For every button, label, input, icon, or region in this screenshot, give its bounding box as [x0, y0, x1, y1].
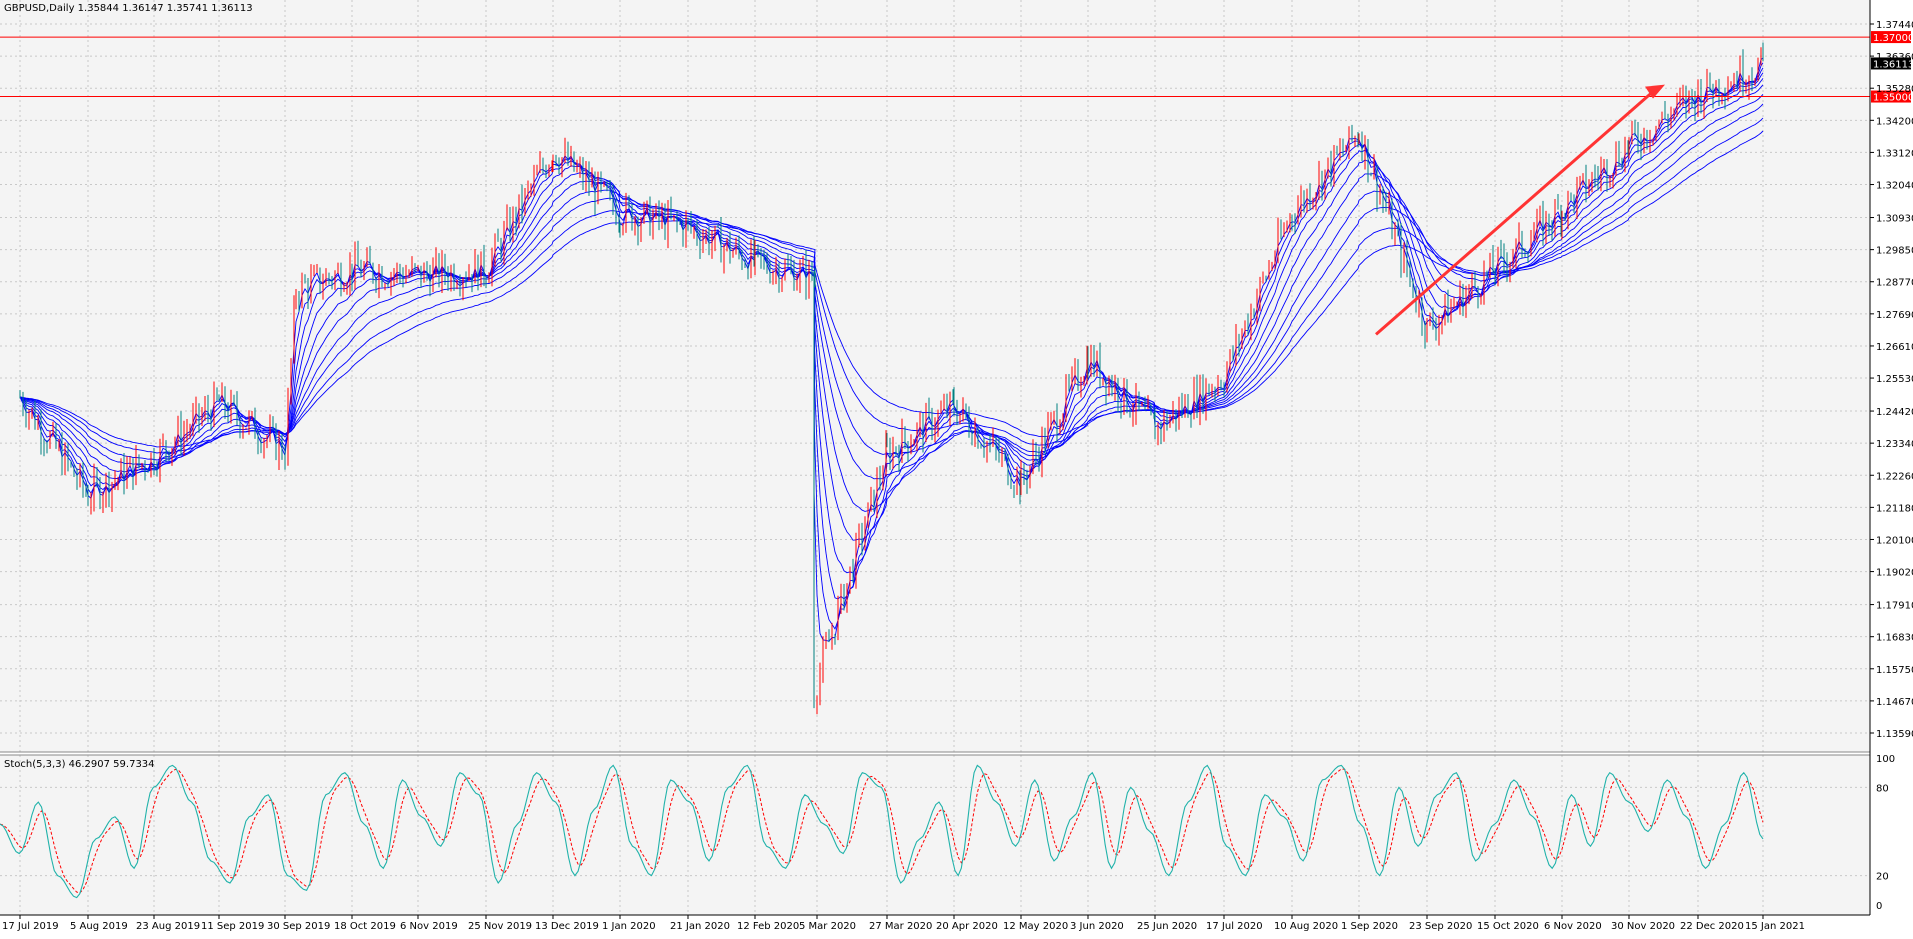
- time-tick-label: 23 Sep 2020: [1409, 921, 1472, 932]
- price-tick-label: 1.32040: [1876, 181, 1913, 192]
- time-tick-label: 10 Aug 2020: [1274, 921, 1338, 932]
- time-tick-label: 21 Jan 2020: [670, 921, 730, 932]
- price-tick-label: 1.22260: [1876, 471, 1913, 482]
- time-tick-label: 12 May 2020: [1003, 921, 1068, 932]
- time-tick-label: 23 Aug 2019: [136, 921, 200, 932]
- time-tick-label: 17 Jul 2020: [1206, 921, 1263, 932]
- time-tick-label: 30 Nov 2020: [1611, 921, 1675, 932]
- price-tick-label: 1.29850: [1876, 246, 1913, 257]
- price-tick-label: 1.24420: [1876, 407, 1913, 418]
- price-tick-label: 1.28770: [1876, 278, 1913, 289]
- stoch-tick-label: 100: [1876, 754, 1895, 765]
- price-tick-label: 1.37440: [1876, 20, 1913, 31]
- time-tick-label: 1 Jan 2020: [602, 921, 656, 932]
- time-tick-label: 6 Nov 2020: [1544, 921, 1602, 932]
- time-tick-label: 1 Sep 2020: [1341, 921, 1398, 932]
- time-tick-label: 20 Apr 2020: [936, 921, 998, 932]
- time-tick-label: 25 Nov 2019: [468, 921, 532, 932]
- price-tick-label: 1.36360: [1876, 52, 1913, 63]
- price-tick-label: 1.25530: [1876, 374, 1913, 385]
- time-tick-label: 15 Oct 2020: [1477, 921, 1539, 932]
- stoch-plot-area: [0, 755, 1870, 915]
- chart-window: 1.370001.350001.36113 1.374401.363601.35…: [0, 0, 1913, 935]
- price-tick-label: 1.30930: [1876, 214, 1913, 225]
- symbol-header: GBPUSD,Daily 1.35844 1.36147 1.35741 1.3…: [4, 3, 253, 14]
- time-tick-label: 18 Oct 2019: [334, 921, 396, 932]
- chart-svg: 1.370001.350001.36113 1.374401.363601.35…: [0, 0, 1913, 935]
- price-tick-label: 1.16830: [1876, 633, 1913, 644]
- stoch-tick-label: 20: [1876, 872, 1889, 883]
- time-tick-label: 27 Mar 2020: [869, 921, 932, 932]
- time-tick-label: 25 Jun 2020: [1137, 921, 1197, 932]
- price-tick-label: 1.20100: [1876, 535, 1913, 546]
- level-label: 1.37000: [1873, 33, 1913, 44]
- price-tick-label: 1.35280: [1876, 84, 1913, 95]
- stoch-tick-label: 80: [1876, 783, 1889, 794]
- price-tick-label: 1.33120: [1876, 148, 1913, 159]
- price-tick-label: 1.21180: [1876, 503, 1913, 514]
- price-tick-label: 1.19020: [1876, 568, 1913, 579]
- time-tick-label: 15 Jan 2021: [1745, 921, 1805, 932]
- price-tick-label: 1.34200: [1876, 116, 1913, 127]
- stoch-tick-label: 0: [1876, 901, 1882, 912]
- time-tick-label: 17 Jul 2019: [2, 921, 59, 932]
- time-tick-label: 13 Dec 2019: [535, 921, 599, 932]
- time-tick-label: 3 Jun 2020: [1070, 921, 1124, 932]
- stoch-header: Stoch(5,3,3) 46.2907 59.7334: [4, 759, 155, 770]
- price-tick-label: 1.23340: [1876, 439, 1913, 450]
- time-tick-label: 12 Feb 2020: [737, 921, 799, 932]
- price-tick-label: 1.17910: [1876, 601, 1913, 612]
- price-tick-label: 1.13590: [1876, 729, 1913, 740]
- time-tick-label: 22 Dec 2020: [1680, 921, 1744, 932]
- time-tick-label: 5 Aug 2019: [70, 921, 128, 932]
- time-tick-label: 30 Sep 2019: [267, 921, 330, 932]
- main-plot-area: [0, 0, 1870, 752]
- time-tick-label: 11 Sep 2019: [201, 921, 264, 932]
- price-tick-label: 1.27690: [1876, 310, 1913, 321]
- time-tick-label: 6 Nov 2019: [400, 921, 458, 932]
- price-tick-label: 1.14670: [1876, 697, 1913, 708]
- price-tick-label: 1.15750: [1876, 665, 1913, 676]
- price-tick-label: 1.26610: [1876, 342, 1913, 353]
- time-tick-label: 5 Mar 2020: [799, 921, 856, 932]
